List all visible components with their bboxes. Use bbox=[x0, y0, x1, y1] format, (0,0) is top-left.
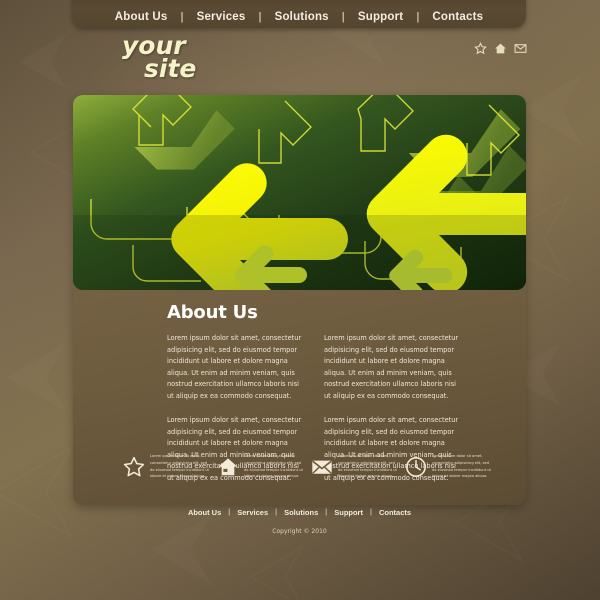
footer-item-about-us[interactable]: About Us bbox=[181, 508, 228, 517]
feature-item-home[interactable]: Lorem ipsum dolor sit amet, consectetur … bbox=[217, 453, 305, 480]
watermark-arrow-icon: ⮜ bbox=[520, 52, 584, 157]
site-logo[interactable]: your site bbox=[122, 33, 197, 83]
home-icon bbox=[217, 456, 239, 478]
envelope-icon bbox=[311, 456, 333, 478]
nav-item-services[interactable]: Services bbox=[184, 11, 259, 23]
about-heading: About Us bbox=[167, 302, 258, 323]
copyright-text: Copyright © 2010 bbox=[272, 528, 327, 535]
watermark-arrow-icon: ⮜ bbox=[18, 16, 68, 98]
feature-text: Lorem ipsum dolor sit amet, consectetur … bbox=[338, 454, 397, 479]
hero-banner-graphic bbox=[73, 95, 526, 290]
about-paragraph: Lorem ipsum dolor sit amet, consectetur … bbox=[167, 334, 302, 400]
nav-item-contacts[interactable]: Contacts bbox=[419, 11, 496, 23]
logo-line-2: site bbox=[144, 54, 197, 83]
page-root: ⮜ ⮜ ⮜ ⮜ ⮜ ⮜ ⮜ ⮜ ⮜ ⮜ ⮜ About Us | Service… bbox=[0, 0, 600, 600]
feature-text: Lorem ipsum dolor sit amet, consectetur … bbox=[432, 454, 491, 479]
header-icon-group bbox=[474, 42, 527, 55]
feature-row: Lorem ipsum dolor sit amet, consectetur … bbox=[123, 453, 493, 480]
feature-item-mail[interactable]: Lorem ipsum dolor sit amet, consectetur … bbox=[311, 453, 399, 480]
feature-text: Lorem ipsum dolor sit amet, consectetur … bbox=[150, 454, 209, 479]
nav-item-support[interactable]: Support bbox=[345, 11, 416, 23]
footer-item-support[interactable]: Support bbox=[327, 508, 370, 517]
nav-item-about-us[interactable]: About Us bbox=[102, 11, 181, 23]
watermark-arrow-icon: ⮜ bbox=[6, 323, 67, 422]
feature-text: Lorem ipsum dolor sit amet, consectetur … bbox=[244, 454, 303, 479]
watermark-arrow-icon: ⮜ bbox=[0, 421, 73, 549]
footer: About Us | Services | Solutions | Suppor… bbox=[73, 508, 526, 535]
content-panel: About Us Lorem ipsum dolor sit amet, con… bbox=[73, 95, 526, 505]
nav-item-solutions[interactable]: Solutions bbox=[262, 11, 342, 23]
about-paragraph: Lorem ipsum dolor sit amet, consectetur … bbox=[324, 334, 459, 400]
hero-banner[interactable] bbox=[73, 95, 526, 290]
home-icon[interactable] bbox=[494, 42, 507, 55]
top-navigation-bar: About Us | Services | Solutions | Suppor… bbox=[72, 0, 526, 28]
envelope-icon[interactable] bbox=[514, 42, 527, 55]
footer-navigation: About Us | Services | Solutions | Suppor… bbox=[73, 508, 526, 517]
footer-item-solutions[interactable]: Solutions bbox=[277, 508, 325, 517]
watermark-arrow-icon: ⮜ bbox=[249, 528, 304, 600]
feature-item-clock[interactable]: Lorem ipsum dolor sit amet, consectetur … bbox=[405, 453, 493, 480]
clock-icon bbox=[405, 456, 427, 478]
feature-item-star[interactable]: Lorem ipsum dolor sit amet, consectetur … bbox=[123, 453, 211, 480]
footer-item-services[interactable]: Services bbox=[230, 508, 275, 517]
star-icon[interactable] bbox=[474, 42, 487, 55]
star-icon bbox=[123, 456, 145, 478]
footer-item-contacts[interactable]: Contacts bbox=[372, 508, 418, 517]
